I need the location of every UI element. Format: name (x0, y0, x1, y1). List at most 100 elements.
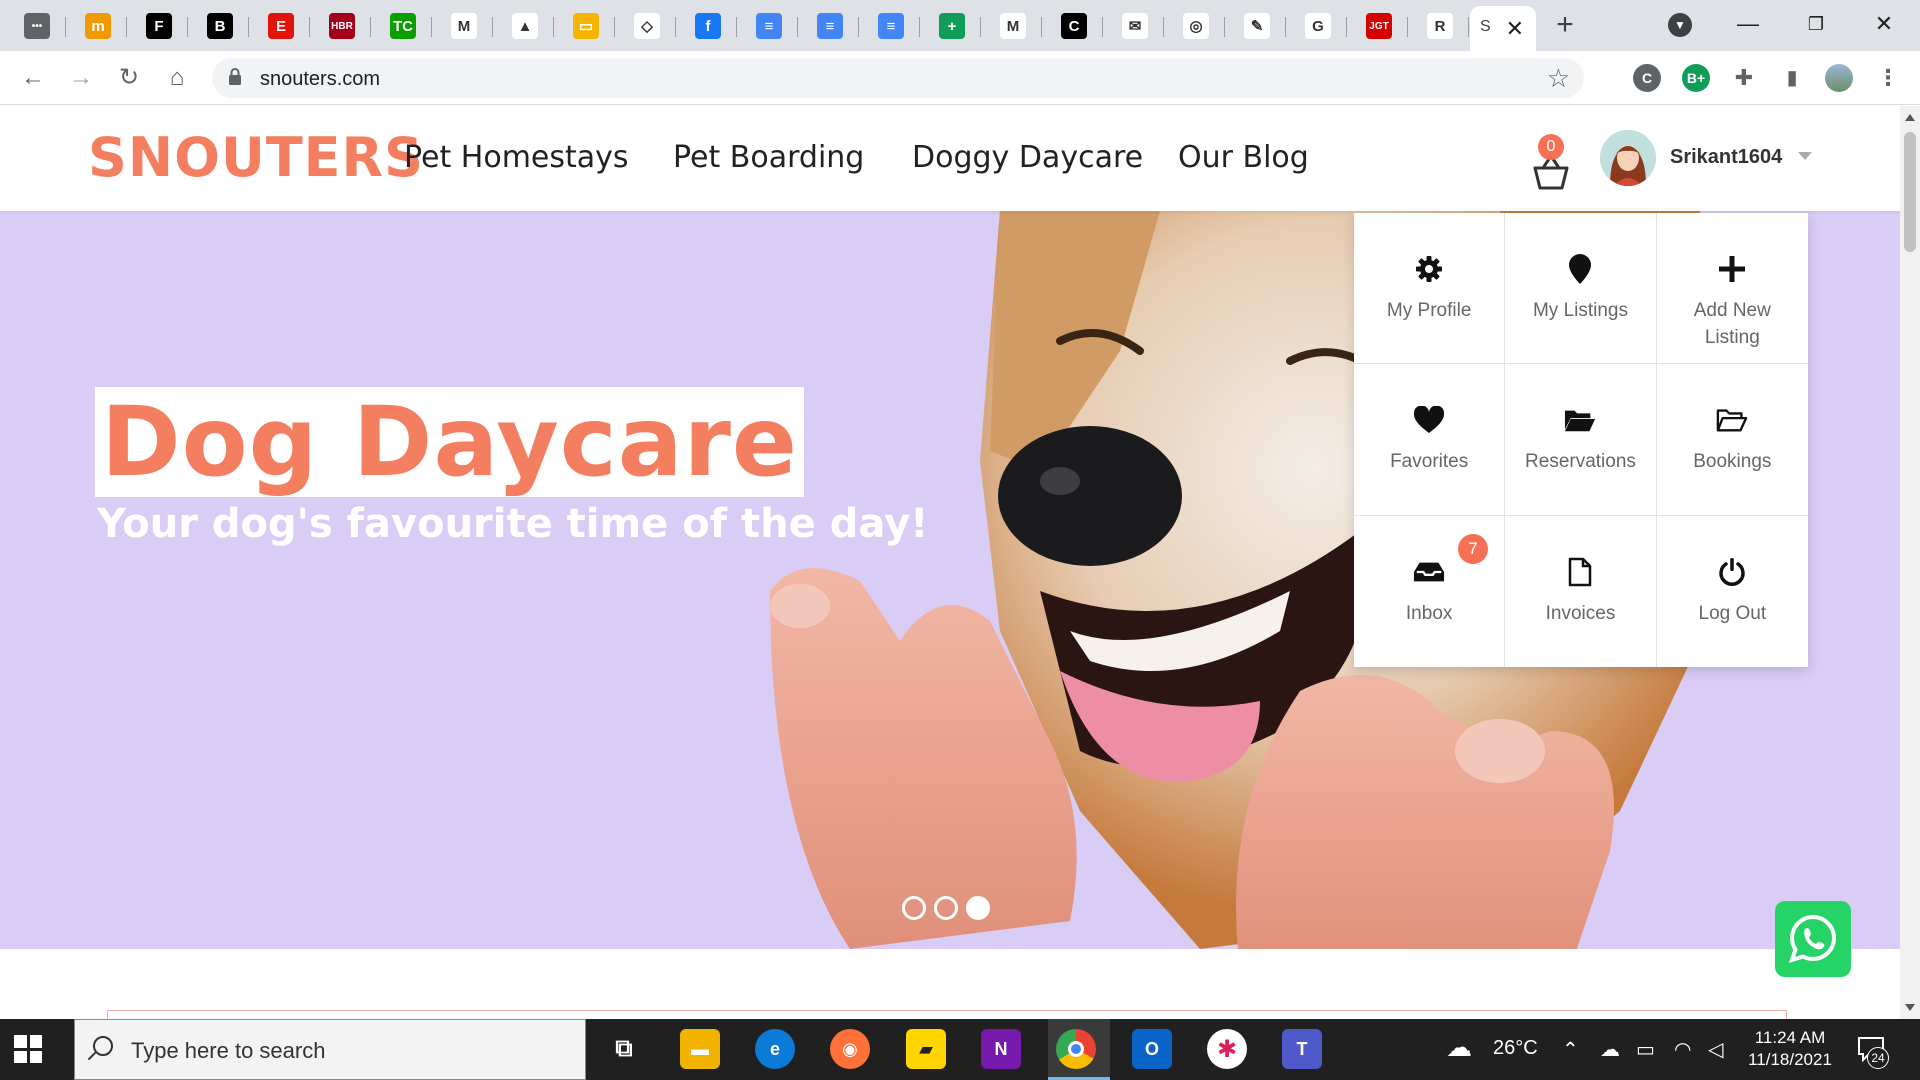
menu-favorites[interactable]: Favorites (1354, 364, 1506, 516)
tab-separator (65, 17, 66, 37)
apps-favicon-icon: ••• (24, 13, 50, 39)
whatsapp-chat-button[interactable] (1775, 901, 1851, 977)
tray-chevron-up-icon[interactable]: ⌃ (1562, 1037, 1579, 1062)
outlook-icon[interactable]: O (1132, 1029, 1172, 1069)
battery-icon[interactable]: ▭ (1636, 1037, 1655, 1062)
tab-separator (1285, 17, 1286, 37)
tab-sheets[interactable]: + (923, 7, 981, 45)
menu-reservations[interactable]: Reservations (1505, 364, 1657, 516)
tab-m[interactable]: m (69, 7, 127, 45)
tab-facebook[interactable]: f (679, 7, 737, 45)
slack-icon[interactable]: ✱ (1207, 1029, 1247, 1069)
cart-basket-icon[interactable] (1533, 156, 1569, 190)
nav-pet-boarding[interactable]: Pet Boarding (673, 140, 864, 175)
tab-c[interactable]: C (1045, 7, 1103, 45)
active-tab[interactable]: S ✕ (1470, 6, 1536, 51)
task-view-icon[interactable]: ⧉ (604, 1029, 644, 1069)
close-tab-icon[interactable]: ✕ (1506, 16, 1524, 42)
tab-techcrunch[interactable]: TC (374, 7, 432, 45)
tab-b[interactable]: B (191, 7, 249, 45)
nav-pet-homestays[interactable]: Pet Homestays (404, 140, 629, 175)
new-tab-button[interactable]: + (1548, 8, 1582, 42)
page-scrollbar[interactable] (1900, 106, 1920, 1019)
tab-ai[interactable]: R (1411, 7, 1469, 45)
slider-dot-3[interactable] (966, 896, 990, 920)
close-window-button[interactable]: ✕ (1854, 6, 1914, 42)
wifi-icon[interactable]: ◠ (1674, 1037, 1691, 1062)
menu-bookings[interactable]: Bookings (1656, 364, 1808, 516)
menu-log-out[interactable]: Log Out (1657, 516, 1808, 667)
tab-economist[interactable]: E (252, 7, 310, 45)
onedrive-icon[interactable]: ☁ (1600, 1037, 1620, 1062)
address-bar[interactable]: snouters.com ☆ (212, 58, 1584, 98)
nav-our-blog[interactable]: Our Blog (1178, 140, 1309, 175)
tab-diamond[interactable]: ◇ (618, 7, 676, 45)
menu-my-listings[interactable]: My Listings (1505, 213, 1657, 365)
nav-doggy-daycare[interactable]: Doggy Daycare (912, 140, 1143, 175)
slider-dot-2[interactable] (934, 896, 958, 920)
volume-icon[interactable]: ◁ (1708, 1037, 1723, 1062)
tab-docs-3[interactable]: ≡ (862, 7, 920, 45)
site-logo[interactable]: SNOUTERS (88, 126, 424, 189)
sticky-notes-icon[interactable]: ▰ (906, 1029, 946, 1069)
tab-pen[interactable]: ✎ (1228, 7, 1286, 45)
tab-miro[interactable]: M (984, 7, 1042, 45)
menu-invoices[interactable]: Invoices (1505, 515, 1657, 667)
extension-c-icon[interactable]: C (1633, 64, 1661, 92)
tab-forbes[interactable]: F (130, 7, 188, 45)
reload-button[interactable]: ↻ (114, 63, 144, 93)
tab-ring[interactable]: ◎ (1167, 7, 1225, 45)
menu-label: My Listings (1532, 300, 1628, 321)
onenote-icon[interactable]: N (981, 1029, 1021, 1069)
tab-copilot[interactable]: G (1289, 7, 1347, 45)
start-button-icon[interactable] (14, 1035, 42, 1063)
scroll-down-arrow-icon[interactable] (1905, 1004, 1915, 1011)
tab-mail[interactable]: ✉ (1106, 7, 1164, 45)
menu-inbox[interactable]: 7 Inbox (1354, 515, 1506, 667)
scroll-up-arrow-icon[interactable] (1905, 114, 1915, 121)
docs-3-favicon-icon: ≡ (878, 13, 904, 39)
weather-temperature[interactable]: 26°C (1493, 1037, 1538, 1060)
extensions-puzzle-icon[interactable]: ✚ (1730, 64, 1758, 92)
profile-avatar-icon[interactable] (1825, 64, 1853, 92)
extension-b-plus-icon[interactable]: B+ (1682, 64, 1710, 92)
weather-cloud-icon[interactable]: ☁ (1446, 1032, 1472, 1063)
slider-dot-1[interactable] (902, 896, 926, 920)
menu-my-profile[interactable]: My Profile (1354, 213, 1506, 365)
home-button[interactable]: ⌂ (162, 63, 192, 93)
edge-icon[interactable]: e (755, 1029, 795, 1069)
tab-hbr[interactable]: HBR (313, 7, 371, 45)
tab-jgt[interactable]: JGT (1350, 7, 1408, 45)
restore-button[interactable]: ❐ (1786, 6, 1846, 42)
gear-icon (1413, 253, 1445, 285)
tab-slides[interactable]: ▭ (557, 7, 615, 45)
user-name[interactable]: Srikant1604 (1670, 146, 1782, 169)
menu-add-new-listing[interactable]: Add New Listing (1656, 213, 1808, 365)
lock-icon (229, 68, 241, 85)
minimize-button[interactable]: — (1718, 6, 1778, 42)
file-explorer-icon[interactable]: ▬ (680, 1029, 720, 1069)
firefox-icon[interactable]: ◉ (830, 1029, 870, 1069)
tab-apps[interactable]: ••• (8, 7, 66, 45)
back-button[interactable]: ← (18, 63, 48, 93)
user-avatar[interactable] (1600, 130, 1656, 186)
system-clock[interactable]: 11:24 AM 11/18/2021 (1745, 1027, 1835, 1071)
notification-center-icon[interactable]: 24 (1855, 1033, 1889, 1069)
user-menu-caret-icon[interactable] (1798, 152, 1812, 160)
menu-label: Reservations (1525, 451, 1636, 473)
browser-menu-icon[interactable]: ⋮ (1874, 64, 1902, 92)
side-panel-icon[interactable]: ▮ (1778, 64, 1806, 92)
bookmark-star-icon[interactable]: ☆ (1547, 63, 1570, 94)
tab-docs-2[interactable]: ≡ (801, 7, 859, 45)
tab-docs-1[interactable]: ≡ (740, 7, 798, 45)
hero-subtitle: Your dog's favourite time of the day! (97, 501, 929, 547)
tab-drive[interactable]: ▲ (496, 7, 554, 45)
scrollbar-thumb[interactable] (1904, 132, 1916, 252)
tab-separator (1041, 17, 1042, 37)
chrome-icon[interactable] (1056, 1029, 1096, 1069)
teams-icon[interactable]: T (1282, 1029, 1322, 1069)
tab-gmail[interactable]: M (435, 7, 493, 45)
taskbar-search-box[interactable]: Type here to search (74, 1019, 586, 1080)
tab-search-button[interactable]: ▼ (1668, 13, 1692, 37)
forward-button[interactable]: → (66, 63, 96, 93)
